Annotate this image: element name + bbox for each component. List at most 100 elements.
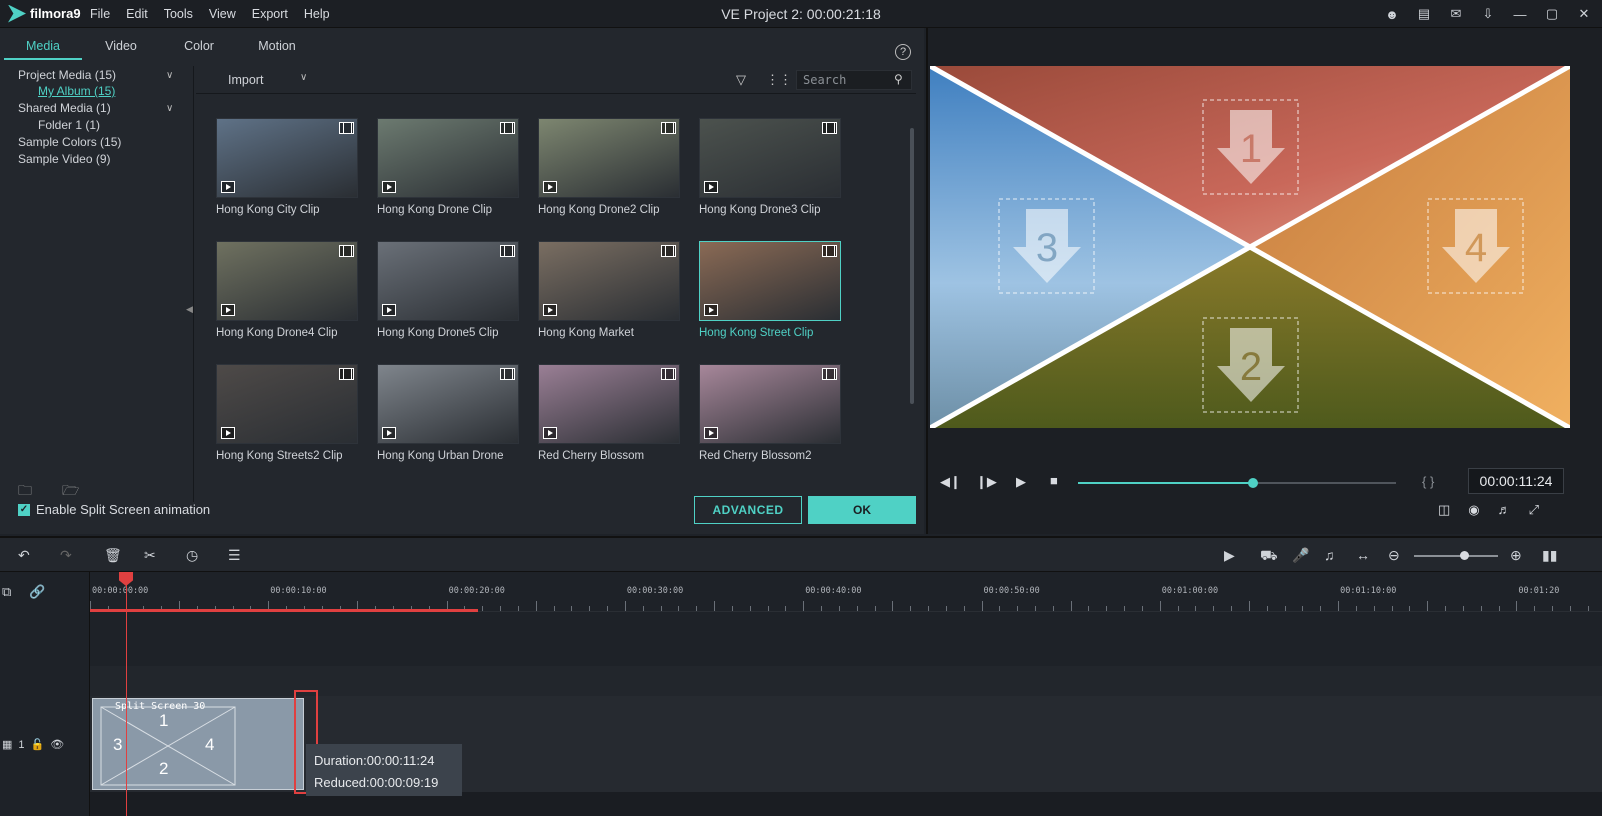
play-preview-icon[interactable] bbox=[704, 181, 718, 193]
skip-back-icon[interactable]: ◀❙ bbox=[940, 474, 961, 490]
playback-progress[interactable] bbox=[1078, 478, 1396, 488]
grid-view-icon[interactable]: ⋮⋮ bbox=[766, 72, 792, 88]
tab-color[interactable]: Color bbox=[160, 36, 238, 60]
render-icon[interactable]: ▶ bbox=[1224, 547, 1235, 564]
clip-thumbnail[interactable] bbox=[216, 364, 358, 444]
snapshot-icon[interactable]: ◉ bbox=[1468, 502, 1479, 518]
play-preview-icon[interactable] bbox=[543, 304, 557, 316]
tree-project-media[interactable]: Project Media (15) bbox=[18, 68, 116, 82]
step-forward-icon[interactable]: ❙▶ bbox=[976, 474, 997, 490]
zoom-slider-knob[interactable] bbox=[1460, 551, 1469, 560]
mail-icon[interactable]: ✉ bbox=[1446, 4, 1466, 24]
media-clip[interactable]: Hong Kong Urban Drone bbox=[377, 364, 519, 462]
tree-folder-1[interactable]: Folder 1 (1) bbox=[38, 118, 100, 132]
media-clip[interactable]: Hong Kong Drone4 Clip bbox=[216, 241, 358, 339]
collapse-panel-icon[interactable]: ◀ bbox=[186, 304, 193, 315]
account-icon[interactable]: ☻ bbox=[1382, 4, 1402, 24]
menu-view[interactable]: View bbox=[209, 7, 236, 21]
help-icon[interactable]: ? bbox=[895, 44, 911, 60]
clip-thumbnail[interactable] bbox=[699, 364, 841, 444]
media-clip[interactable]: Red Cherry Blossom2 bbox=[699, 364, 841, 462]
clip-thumbnail[interactable] bbox=[538, 118, 680, 198]
clip-thumbnail[interactable] bbox=[538, 241, 680, 321]
zoom-in-icon[interactable]: ⊕ bbox=[1510, 547, 1522, 564]
tree-shared-media[interactable]: Shared Media (1) bbox=[18, 101, 111, 115]
volume-icon[interactable]: ♬ bbox=[1498, 502, 1511, 518]
timeline-ruler[interactable]: 00:00:00:00 00:00:10:00 00:00:20:00 00:00:3… bbox=[90, 572, 1602, 612]
play-preview-icon[interactable] bbox=[543, 427, 557, 439]
play-preview-icon[interactable] bbox=[382, 304, 396, 316]
close-icon[interactable]: ✕ bbox=[1574, 4, 1594, 24]
media-clip[interactable]: Hong Kong Streets2 Clip bbox=[216, 364, 358, 462]
clip-thumbnail[interactable] bbox=[538, 364, 680, 444]
filter-icon[interactable]: ▽ bbox=[736, 72, 746, 88]
playhead-line[interactable] bbox=[126, 572, 127, 816]
play-preview-icon[interactable] bbox=[704, 304, 718, 316]
chevron-down-icon[interactable]: ∨ bbox=[166, 70, 173, 81]
menu-help[interactable]: Help bbox=[304, 7, 330, 21]
clip-thumbnail[interactable] bbox=[377, 118, 519, 198]
zoom-out-icon[interactable]: ⊖ bbox=[1388, 547, 1400, 564]
media-clip[interactable]: Hong Kong Market bbox=[538, 241, 680, 339]
play-preview-icon[interactable] bbox=[704, 427, 718, 439]
adjust-icon[interactable]: ☰ bbox=[228, 547, 241, 564]
split-screen-clip[interactable]: Split Screen 30 1 3 4 2 bbox=[92, 698, 304, 790]
new-folder-icon[interactable]: 🗀 bbox=[18, 480, 38, 498]
render-settings-icon[interactable]: ◫ bbox=[1438, 502, 1450, 518]
delete-folder-icon[interactable]: 🗁 bbox=[62, 480, 82, 498]
search-icon[interactable]: ⚲ bbox=[894, 72, 912, 86]
clip-thumbnail[interactable] bbox=[699, 241, 841, 321]
save-icon[interactable]: ▤ bbox=[1414, 4, 1434, 24]
clip-thumbnail[interactable] bbox=[216, 118, 358, 198]
microphone-icon[interactable]: 🎤 bbox=[1292, 547, 1309, 564]
delete-icon[interactable]: 🗑 bbox=[104, 547, 122, 564]
play-preview-icon[interactable] bbox=[543, 181, 557, 193]
download-icon[interactable]: ⇩ bbox=[1478, 4, 1498, 24]
add-track-icon[interactable]: ⧉ bbox=[2, 584, 11, 600]
stop-icon[interactable]: ■ bbox=[1050, 473, 1058, 488]
ok-button[interactable]: OK bbox=[808, 496, 916, 524]
media-clip[interactable]: Hong Kong Drone3 Clip bbox=[699, 118, 841, 216]
chevron-down-icon[interactable]: ∨ bbox=[166, 103, 173, 114]
clip-thumbnail[interactable] bbox=[216, 241, 358, 321]
menu-export[interactable]: Export bbox=[252, 7, 288, 21]
progress-knob[interactable] bbox=[1247, 478, 1258, 488]
media-clip[interactable]: Red Cherry Blossom bbox=[538, 364, 680, 462]
import-button[interactable]: Import bbox=[228, 73, 263, 87]
play-preview-icon[interactable] bbox=[382, 427, 396, 439]
tree-sample-video[interactable]: Sample Video (9) bbox=[18, 152, 111, 166]
link-icon[interactable]: 🔗 bbox=[29, 584, 45, 600]
zoom-slider[interactable] bbox=[1414, 555, 1498, 557]
media-scrollbar[interactable] bbox=[910, 128, 914, 404]
redo-icon[interactable]: ↷ bbox=[60, 547, 72, 564]
clip-thumbnail[interactable] bbox=[377, 241, 519, 321]
lock-icon[interactable]: 🔓 bbox=[31, 738, 45, 751]
track-empty-top[interactable] bbox=[90, 612, 1602, 666]
split-screen-checkbox[interactable]: ✓ bbox=[18, 503, 30, 516]
tab-video[interactable]: Video bbox=[82, 36, 160, 60]
media-clip[interactable]: Hong Kong Drone5 Clip bbox=[377, 241, 519, 339]
play-icon[interactable]: ▶ bbox=[1016, 474, 1026, 490]
play-preview-icon[interactable] bbox=[221, 304, 235, 316]
media-clip[interactable]: Hong Kong Street Clip bbox=[699, 241, 841, 339]
menu-file[interactable]: File bbox=[90, 7, 110, 21]
fullscreen-icon[interactable]: ⤢ bbox=[1529, 502, 1539, 518]
undo-icon[interactable]: ↶ bbox=[18, 547, 30, 564]
media-clip[interactable]: Hong Kong Drone Clip bbox=[377, 118, 519, 216]
tree-sample-colors[interactable]: Sample Colors (15) bbox=[18, 135, 121, 149]
maximize-icon[interactable]: ▢ bbox=[1542, 4, 1562, 24]
minimize-icon[interactable]: — bbox=[1510, 4, 1530, 24]
clip-thumbnail[interactable] bbox=[699, 118, 841, 198]
tab-media[interactable]: Media bbox=[4, 36, 82, 60]
media-clip[interactable]: Hong Kong City Clip bbox=[216, 118, 358, 216]
mark-in-out[interactable]: { } bbox=[1422, 474, 1434, 489]
import-dropdown-icon[interactable]: ∨ bbox=[300, 72, 307, 83]
play-preview-icon[interactable] bbox=[221, 181, 235, 193]
tab-motion[interactable]: Motion bbox=[238, 36, 316, 60]
play-preview-icon[interactable] bbox=[382, 181, 396, 193]
marker-icon[interactable]: ⛟ bbox=[1260, 547, 1278, 566]
media-clip[interactable]: Hong Kong Drone2 Clip bbox=[538, 118, 680, 216]
advanced-button[interactable]: ADVANCED bbox=[694, 496, 802, 524]
tree-my-album[interactable]: My Album (15) bbox=[38, 84, 115, 98]
eye-icon[interactable]: 👁 bbox=[50, 738, 64, 751]
